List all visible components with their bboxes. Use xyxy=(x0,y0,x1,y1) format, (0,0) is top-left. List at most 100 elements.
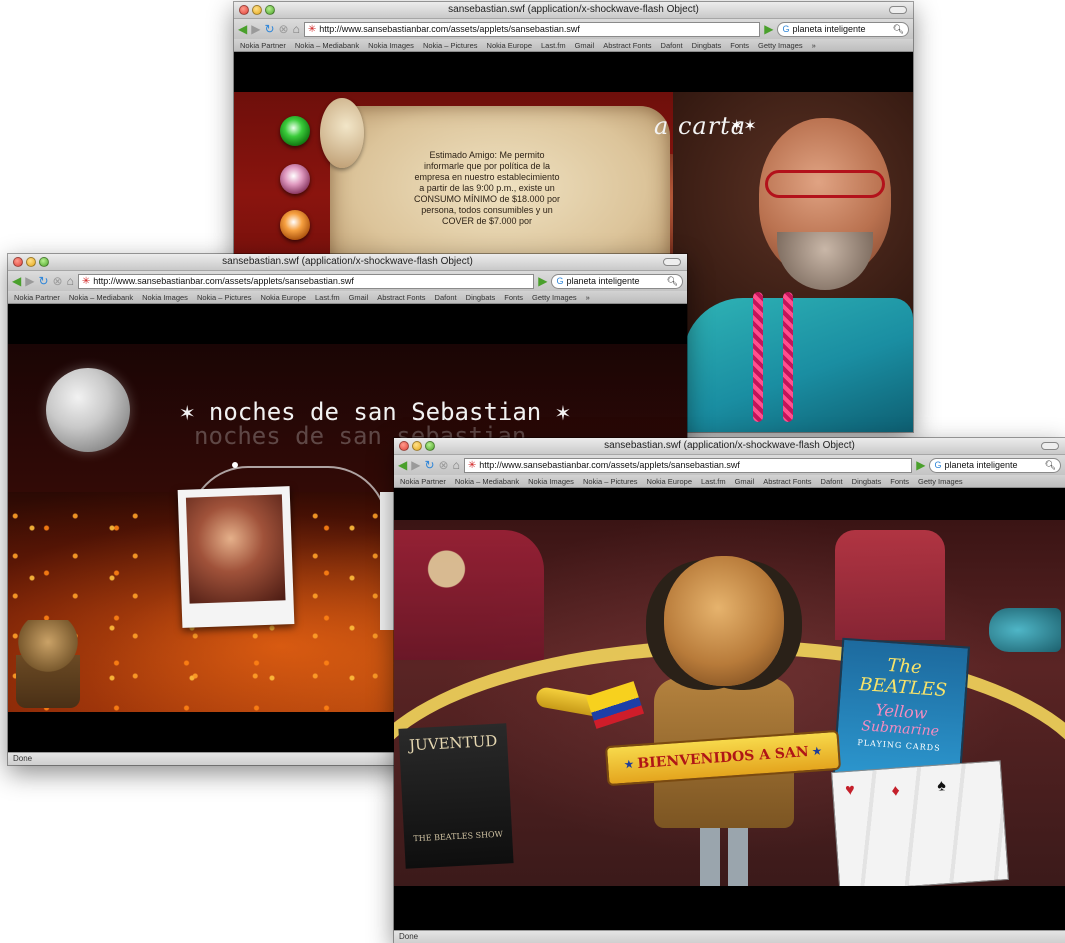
bookmark-item[interactable]: Nokia – Pictures xyxy=(583,475,638,487)
bookmark-item[interactable]: Gmail xyxy=(575,39,595,51)
portrait-background xyxy=(673,92,913,432)
bookmarks-overflow-icon[interactable]: » xyxy=(812,39,816,51)
bookmark-item[interactable]: Getty Images xyxy=(918,475,963,487)
site-favicon-icon: ✳ xyxy=(307,23,317,35)
stop-icon[interactable]: ⊗ xyxy=(53,275,63,287)
nav-orange-button[interactable] xyxy=(280,210,310,240)
reload-icon[interactable]: ↻ xyxy=(38,275,48,287)
spade-suit-icon: ♠ xyxy=(936,777,947,795)
bookmark-item[interactable]: Nokia – Mediabank xyxy=(69,291,133,303)
bookmark-item[interactable]: Nokia Partner xyxy=(400,475,446,487)
url-field[interactable]: ✳ http://www.sansebastianbar.com/assets/… xyxy=(77,273,535,289)
back-arrow-icon[interactable]: ◀ xyxy=(398,459,407,471)
juventud-title: JUVENTUD xyxy=(408,731,498,755)
diamond-suit-icon: ♦ xyxy=(890,782,901,800)
bookmark-item[interactable]: Nokia Images xyxy=(142,291,188,303)
search-field[interactable]: G planeta inteligente 🔍︎ xyxy=(551,273,683,289)
bookmarks-bar: Nokia Partner Nokia – Mediabank Nokia Im… xyxy=(234,39,913,52)
forward-arrow-icon[interactable]: ▶ xyxy=(251,23,260,35)
site-favicon-icon: ✳ xyxy=(467,459,477,471)
scroll-curl xyxy=(320,98,364,168)
search-icon[interactable]: 🔍︎ xyxy=(1045,459,1056,472)
bookmark-item[interactable]: Nokia – Pictures xyxy=(197,291,252,303)
search-icon[interactable]: 🔍︎ xyxy=(893,23,904,36)
bookmark-item[interactable]: Dafont xyxy=(661,39,683,51)
bookmark-item[interactable]: Nokia – Pictures xyxy=(423,39,478,51)
bookmarks-overflow-icon[interactable]: » xyxy=(586,291,590,303)
bookmark-item[interactable]: Abstract Fonts xyxy=(763,475,811,487)
home-icon[interactable]: ⌂ xyxy=(293,23,300,35)
flash-content-area[interactable]: The BEATLES Yellow Submarine PLAYING CAR… xyxy=(394,490,1065,930)
search-field[interactable]: G planeta inteligente 🔍︎ xyxy=(929,457,1061,473)
bookmark-item[interactable]: Last.fm xyxy=(541,39,566,51)
home-icon[interactable]: ⌂ xyxy=(453,459,460,471)
bienvenidos-stage: The BEATLES Yellow Submarine PLAYING CAR… xyxy=(394,520,1065,930)
bookmark-item[interactable]: Getty Images xyxy=(532,291,577,303)
nav-pink-button[interactable] xyxy=(280,164,310,194)
bookmark-item[interactable]: Fonts xyxy=(890,475,909,487)
bookmark-item[interactable]: Gmail xyxy=(735,475,755,487)
pink-rope xyxy=(753,292,763,422)
go-arrow-icon[interactable]: ▶ xyxy=(916,459,925,471)
search-icon[interactable]: 🔍︎ xyxy=(667,275,678,288)
bookmark-item[interactable]: Nokia Europe xyxy=(261,291,306,303)
bookmark-item[interactable]: Fonts xyxy=(730,39,749,51)
bookmark-item[interactable]: Dingbats xyxy=(466,291,496,303)
toolbar-toggle-button[interactable] xyxy=(663,258,681,266)
google-icon: G xyxy=(934,459,942,470)
forward-arrow-icon[interactable]: ▶ xyxy=(25,275,34,287)
url-field[interactable]: ✳ http://www.sansebastianbar.com/assets/… xyxy=(463,457,913,473)
juventud-poster: JUVENTUD THE BEATLES SHOW xyxy=(398,723,514,869)
bookmark-item[interactable]: Getty Images xyxy=(758,39,803,51)
bookmark-item[interactable]: Last.fm xyxy=(315,291,340,303)
go-arrow-icon[interactable]: ▶ xyxy=(764,23,773,35)
bookmark-item[interactable]: Nokia – Mediabank xyxy=(455,475,519,487)
bookmark-item[interactable]: Abstract Fonts xyxy=(603,39,651,51)
bookmark-item[interactable]: Nokia Europe xyxy=(487,39,532,51)
window-title: sansebastian.swf (application/x-shockwav… xyxy=(604,440,855,451)
red-glasses xyxy=(765,170,885,198)
search-field[interactable]: G planeta inteligente 🔍︎ xyxy=(777,21,909,37)
bookmark-item[interactable]: Abstract Fonts xyxy=(377,291,425,303)
navigation-toolbar: ◀ ▶ ↻ ⊗ ⌂ ✳ http://www.sansebastianbar.c… xyxy=(234,19,913,39)
heart-suit-icon: ♥ xyxy=(844,781,856,800)
teal-jacket xyxy=(683,298,913,432)
toolbar-toggle-button[interactable] xyxy=(1041,442,1059,450)
bookmark-item[interactable]: Nokia Images xyxy=(528,475,574,487)
home-icon[interactable]: ⌂ xyxy=(67,275,74,287)
bookmark-item[interactable]: Dingbats xyxy=(692,39,722,51)
url-field[interactable]: ✳ http://www.sansebastianbar.com/assets/… xyxy=(303,21,761,37)
bookmark-item[interactable]: Nokia Images xyxy=(368,39,414,51)
go-arrow-icon[interactable]: ▶ xyxy=(538,275,547,287)
toolbar-toggle-button[interactable] xyxy=(889,6,907,14)
navigation-toolbar: ◀ ▶ ↻ ⊗ ⌂ ✳ http://www.sansebastianbar.c… xyxy=(8,271,687,291)
box-line-1: The BEATLES xyxy=(858,654,948,702)
bookmark-item[interactable]: Nokia Partner xyxy=(240,39,286,51)
reload-icon[interactable]: ↻ xyxy=(424,459,434,471)
bookmark-item[interactable]: Last.fm xyxy=(701,475,726,487)
caricature-figure-small[interactable] xyxy=(16,620,80,708)
bookmark-item[interactable]: Nokia Partner xyxy=(14,291,60,303)
stop-icon[interactable]: ⊗ xyxy=(279,23,289,35)
bookmark-item[interactable]: Dafont xyxy=(821,475,843,487)
back-arrow-icon[interactable]: ◀ xyxy=(12,275,21,287)
bookmark-item[interactable]: Nokia Europe xyxy=(647,475,692,487)
beard xyxy=(777,232,873,290)
url-text: http://www.sansebastianbar.com/assets/ap… xyxy=(479,459,740,470)
bookmark-item[interactable]: Nokia – Mediabank xyxy=(295,39,359,51)
star-decoration: ✶✶ xyxy=(730,118,757,135)
url-text: http://www.sansebastianbar.com/assets/ap… xyxy=(93,275,354,286)
bookmarks-bar: Nokia Partner Nokia – Mediabank Nokia Im… xyxy=(8,291,687,304)
bookmark-item[interactable]: Fonts xyxy=(504,291,523,303)
status-bar: Done xyxy=(394,930,1065,943)
nav-green-button[interactable] xyxy=(280,116,310,146)
dancing-couple-photo[interactable] xyxy=(177,486,295,628)
forward-arrow-icon[interactable]: ▶ xyxy=(411,459,420,471)
window-title: sansebastian.swf (application/x-shockwav… xyxy=(448,4,699,15)
reload-icon[interactable]: ↻ xyxy=(264,23,274,35)
bookmark-item[interactable]: Gmail xyxy=(349,291,369,303)
bookmark-item[interactable]: Dafont xyxy=(435,291,457,303)
stop-icon[interactable]: ⊗ xyxy=(439,459,449,471)
back-arrow-icon[interactable]: ◀ xyxy=(238,23,247,35)
bookmark-item[interactable]: Dingbats xyxy=(852,475,882,487)
